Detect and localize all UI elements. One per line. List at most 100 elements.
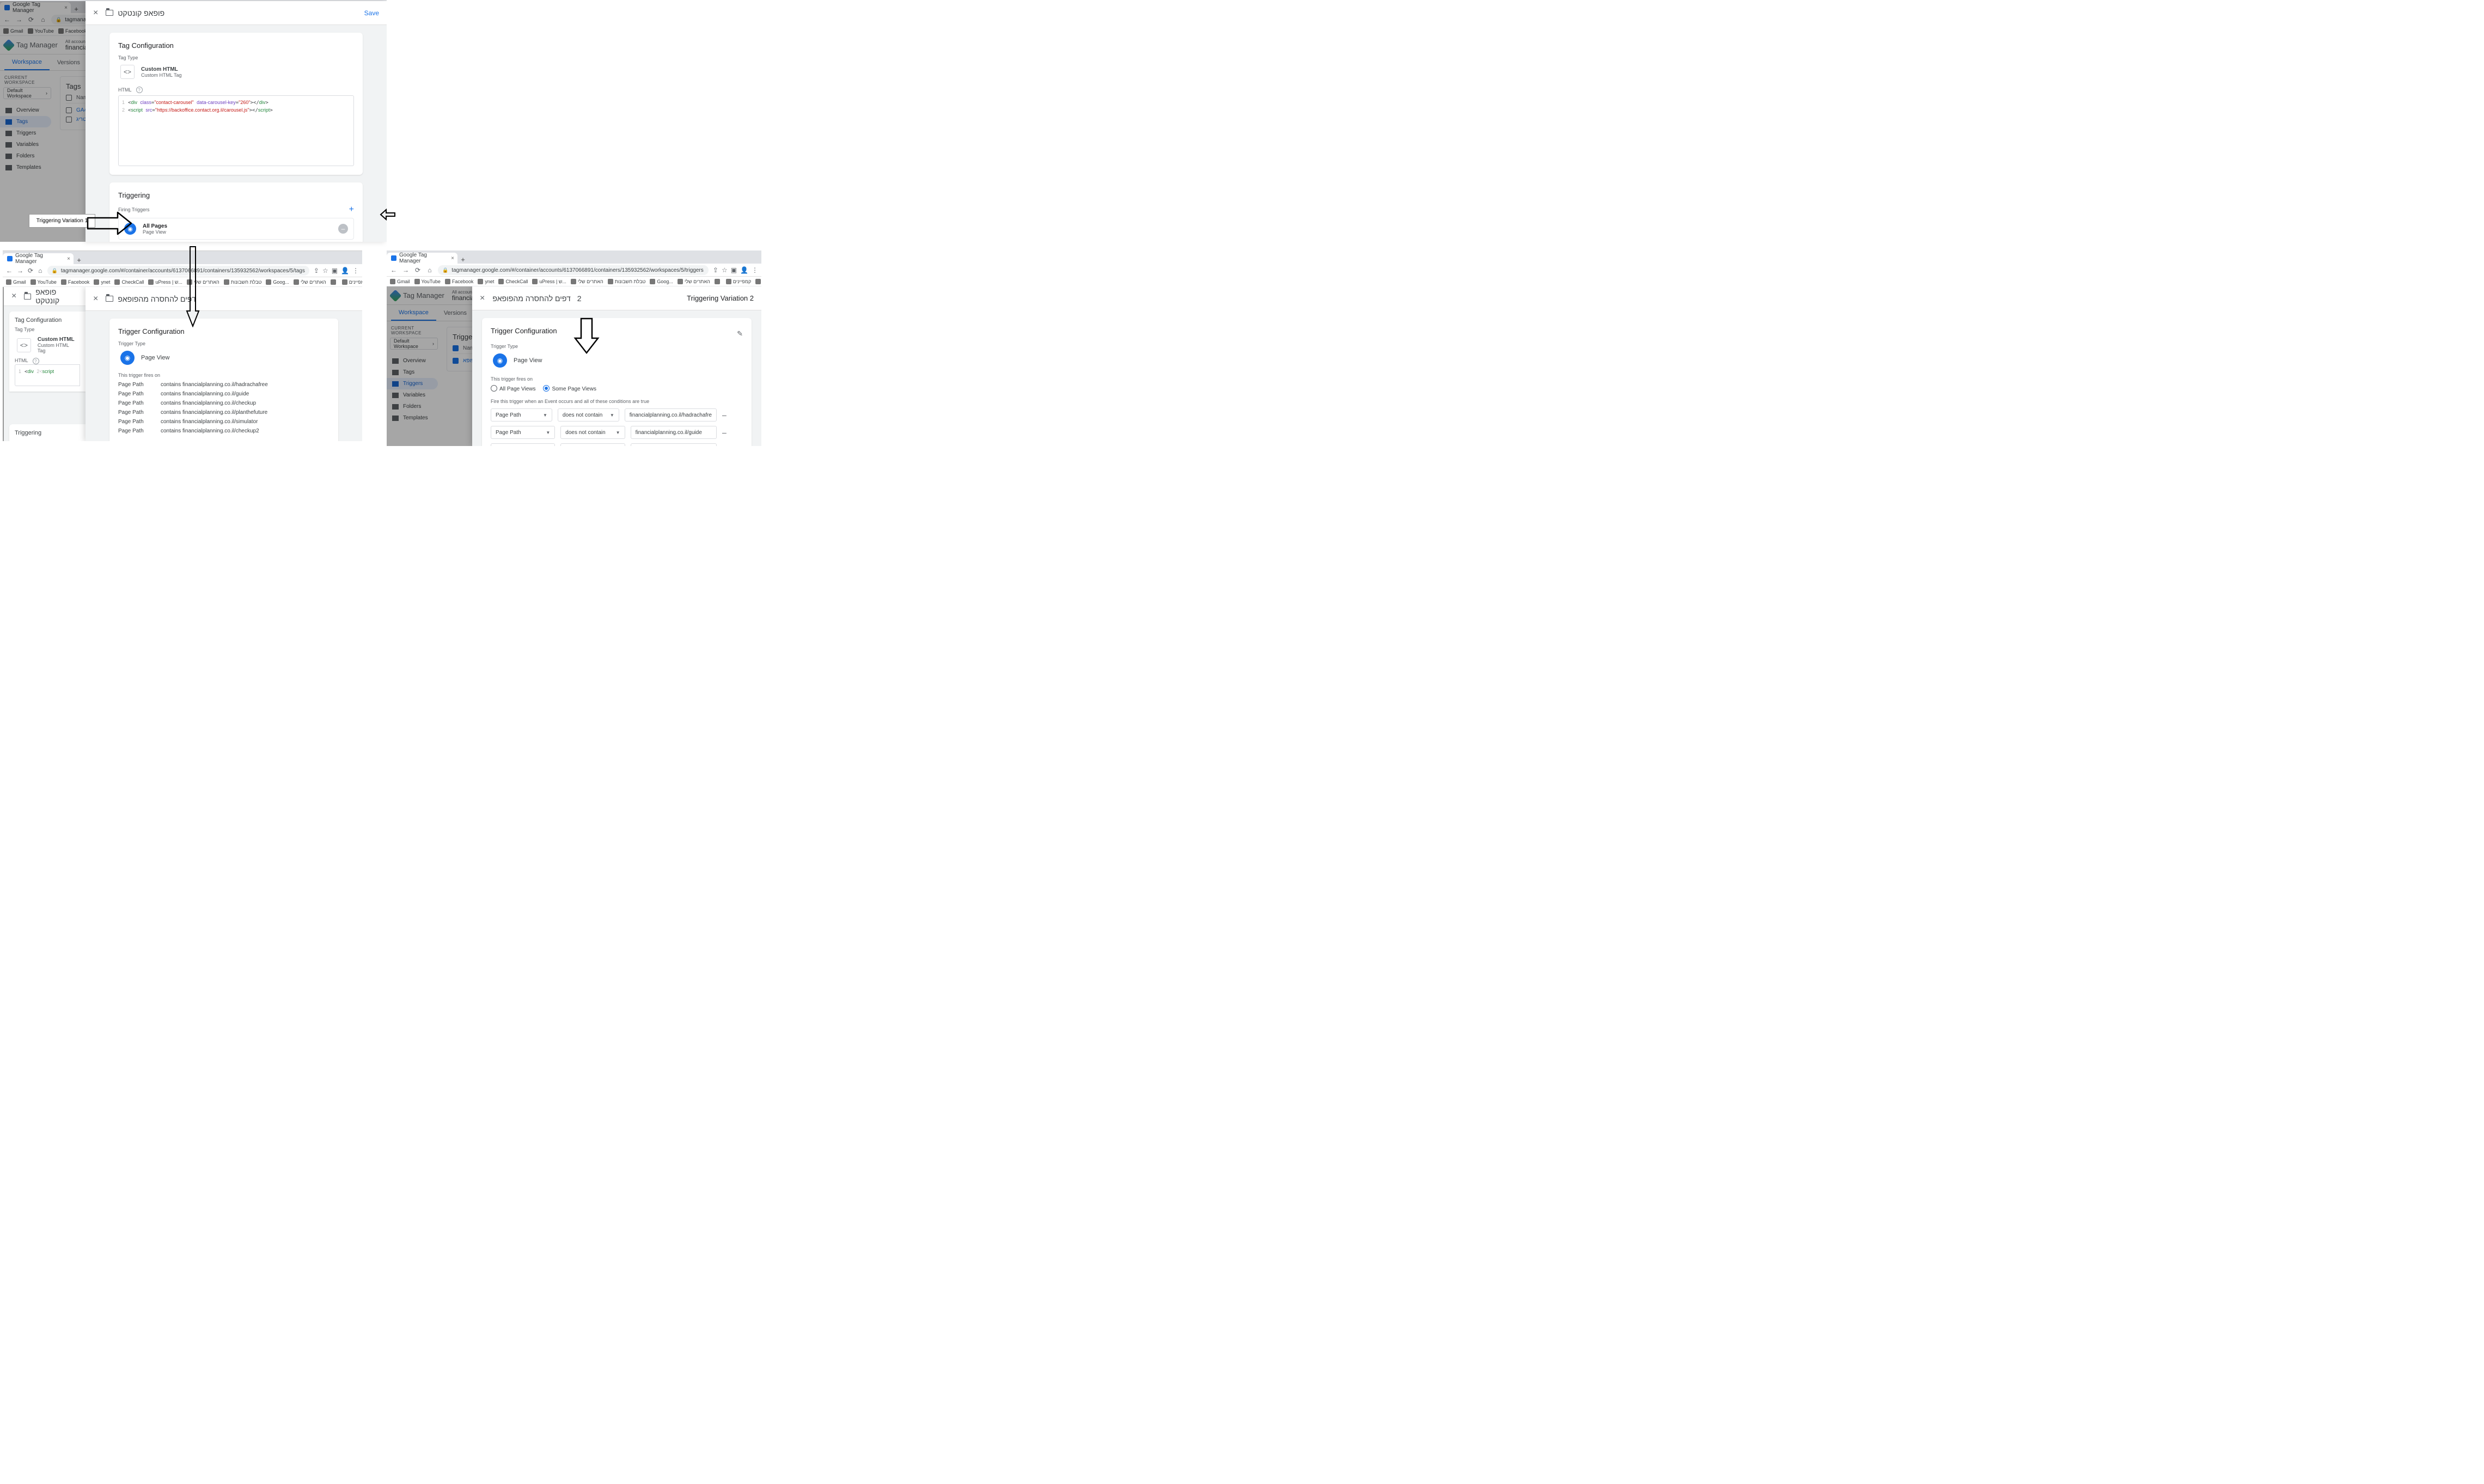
html-code-editor[interactable]: 1<div class="contact-carousel" data-caro… <box>118 95 354 166</box>
help-icon[interactable]: ? <box>136 87 143 93</box>
operator-select[interactable]: does not contain▼ <box>560 426 625 439</box>
new-tab-button[interactable]: + <box>74 256 84 264</box>
bookmark-item[interactable]: CheckCall <box>498 279 528 284</box>
operator-select[interactable]: does not contain▼ <box>560 443 625 446</box>
operator-select[interactable]: does not contain▼ <box>558 408 619 422</box>
trigger-configuration-card[interactable]: Trigger Configuration Trigger Type ◉Page… <box>109 319 338 441</box>
condition-variable: Page Path <box>118 419 151 425</box>
bookmark-item[interactable]: uPress | ש... <box>148 279 182 285</box>
bookmark-item[interactable]: Goog... <box>650 279 673 284</box>
value-input[interactable]: financialplanning.co.il/hadrachafre <box>625 408 717 422</box>
close-tab-icon[interactable]: × <box>451 255 454 261</box>
bookmark-item[interactable]: האתרים שלי <box>294 279 326 285</box>
bookmark-item[interactable] <box>715 279 722 284</box>
back-button[interactable]: ← <box>6 267 13 274</box>
add-firing-trigger-button[interactable]: + <box>349 205 354 215</box>
menu-icon[interactable]: ⋮ <box>352 267 359 274</box>
forward-button[interactable]: → <box>402 266 410 274</box>
remove-condition-button[interactable]: – <box>722 408 730 422</box>
close-icon[interactable]: × <box>93 8 98 18</box>
menu-icon[interactable]: ⋮ <box>752 266 758 274</box>
url-text: tagmanager.google.com/#/container/accoun… <box>61 268 305 274</box>
firing-trigger-row[interactable]: ◉ All PagesPage View – <box>118 218 354 240</box>
bookmark-item[interactable]: YouTube <box>30 279 57 285</box>
address-bar[interactable]: 🔒tagmanager.google.com/#/container/accou… <box>47 266 309 276</box>
bookmark-item[interactable]: CheckCall <box>114 279 144 285</box>
value-input[interactable]: financialplanning.co.il/checkup <box>631 443 717 446</box>
trigger-name-input[interactable]: דפים להחסרה מהפופאפ <box>118 295 196 303</box>
bookmark-item[interactable] <box>331 279 338 285</box>
share-icon[interactable]: ⇪ <box>314 267 319 274</box>
remove-condition-button[interactable]: – <box>722 443 730 446</box>
bookmark-item[interactable]: uPress | ש... <box>532 279 566 284</box>
select-value: does not contain <box>563 412 602 418</box>
bookmark-item[interactable]: האתרים שלי <box>678 279 710 284</box>
bookmark-item[interactable]: האתרים שלי <box>571 279 603 284</box>
reload-button[interactable]: ⟳ <box>414 266 422 274</box>
address-bar[interactable]: 🔒tagmanager.google.com/#/container/accou… <box>438 265 709 275</box>
condition-variable: Page Path <box>118 391 151 397</box>
reload-button[interactable]: ⟳ <box>28 267 33 274</box>
radio-all-page-views[interactable]: All Page Views <box>491 386 536 392</box>
close-tab-icon[interactable]: × <box>67 256 70 262</box>
browser-tab[interactable]: Google Tag Manager× <box>3 253 74 264</box>
bookmark-favicon-icon <box>94 279 99 285</box>
bookmark-item[interactable]: Gmail <box>6 279 26 285</box>
value-input[interactable]: financialplanning.co.il/guide <box>631 426 717 439</box>
bookmark-item[interactable]: Facebook <box>61 279 90 285</box>
profile-icon[interactable]: 👤 <box>341 267 349 274</box>
new-tab-button[interactable]: + <box>457 255 468 264</box>
trigger-name-input[interactable]: דפים להחסרה מהפופאפ <box>492 294 570 303</box>
ext-icon[interactable]: ▣ <box>731 266 737 274</box>
remove-trigger-button[interactable]: – <box>338 224 348 234</box>
radio-some-page-views[interactable]: Some Page Views <box>543 386 596 392</box>
tag-name-input[interactable]: פופאפ קונטקט <box>118 9 164 17</box>
bookmark-item[interactable]: ynet <box>478 279 494 284</box>
bookmark-item[interactable]: ynet <box>94 279 110 285</box>
bookmark-item[interactable]: קמפיינים <box>342 279 362 285</box>
back-button[interactable]: ← <box>390 266 398 274</box>
bookmark-icon[interactable]: ☆ <box>322 267 328 274</box>
input-value: financialplanning.co.il/guide <box>636 430 702 436</box>
html-code-editor[interactable]: 1<div 2<script <box>15 364 80 386</box>
bookmark-item[interactable]: Google Tag Manager <box>755 279 761 284</box>
trigger-type: Page View <box>143 229 167 235</box>
ext-icon[interactable]: ▣ <box>332 267 338 274</box>
bookmark-label: האתרים שלי <box>578 279 603 284</box>
close-icon[interactable]: × <box>480 294 485 303</box>
share-icon[interactable]: ⇪ <box>713 266 718 274</box>
bookmark-item[interactable]: קמפיינים <box>726 279 751 284</box>
condition-row: Page Path▼ does not contain▼ financialplan… <box>491 426 743 439</box>
bookmark-item[interactable]: YouTube <box>414 279 441 284</box>
tag-configuration-title: Tag Configuration <box>118 41 354 50</box>
home-button[interactable]: ⌂ <box>426 266 434 274</box>
bookmark-item[interactable]: Gmail <box>390 279 410 284</box>
remove-condition-button[interactable]: – <box>722 426 730 439</box>
bookmark-favicon-icon <box>498 279 504 284</box>
edit-icon[interactable]: ✎ <box>737 329 743 338</box>
help-icon[interactable]: ? <box>33 358 39 364</box>
close-icon[interactable]: × <box>93 294 98 304</box>
variable-select[interactable]: Page Path▼ <box>491 426 555 439</box>
browser-tab-title: Google Tag Manager <box>399 252 445 264</box>
condition-text: contains financialplanning.co.il/planthe… <box>161 410 267 416</box>
profile-icon[interactable]: 👤 <box>740 266 748 274</box>
bookmark-item[interactable]: טבלת חשבונות <box>224 279 262 285</box>
close-icon[interactable]: × <box>11 291 16 301</box>
bookmark-item[interactable]: טבלת חשבונות <box>608 279 646 284</box>
bookmark-icon[interactable]: ☆ <box>722 266 728 274</box>
save-button[interactable]: Save <box>364 9 379 17</box>
home-button[interactable]: ⌂ <box>38 267 43 274</box>
folder-icon <box>106 10 113 16</box>
condition-row: Page Pathcontains financialplanning.co.i… <box>118 380 329 389</box>
bookmark-item[interactable]: Facebook <box>445 279 474 284</box>
variable-select[interactable]: Page Path▼ <box>491 443 555 446</box>
variable-select[interactable]: Page Path▼ <box>491 408 552 422</box>
bookmarks-bar: Gmail YouTube Facebook ynet CheckCall uPress … <box>3 277 362 287</box>
bookmark-item[interactable]: Goog... <box>266 279 289 285</box>
tag-configuration-card[interactable]: Tag Configuration Tag Type <> Custom HTM… <box>109 33 363 175</box>
browser-tab[interactable]: Google Tag Manager × <box>387 253 457 264</box>
panel-trigger-v1: Google Tag Manager× + ← → ⟳ ⌂ 🔒tagmanager.g… <box>3 251 362 441</box>
forward-button[interactable]: → <box>17 267 23 274</box>
radio-icon <box>491 385 497 392</box>
